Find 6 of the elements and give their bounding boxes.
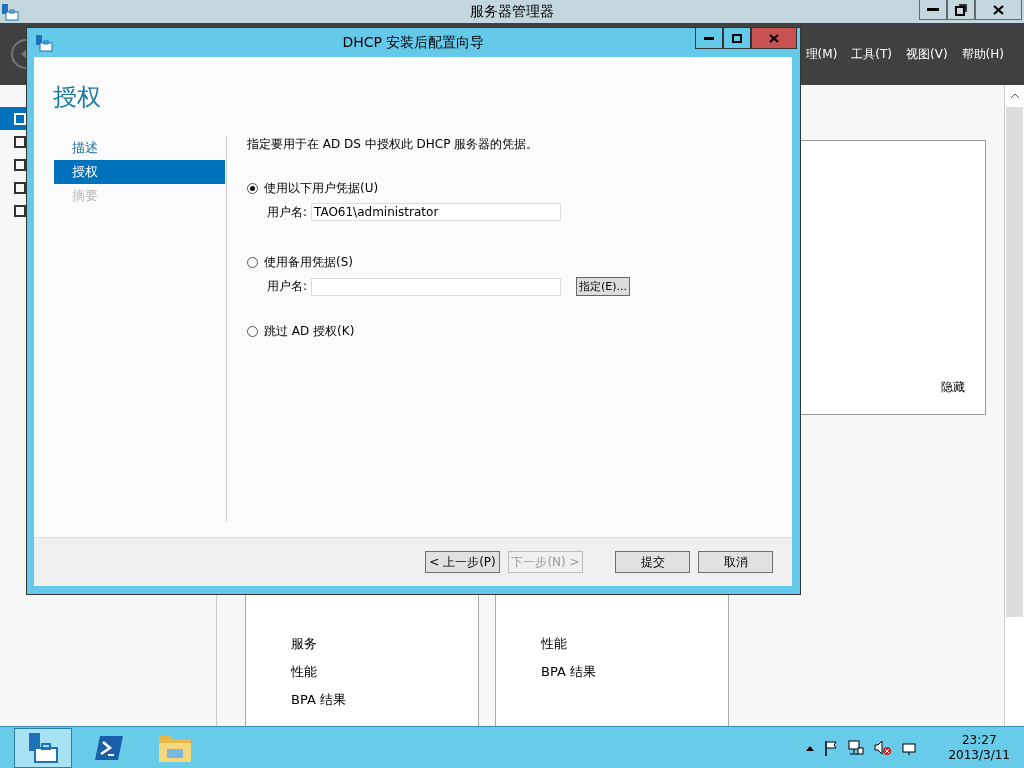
field-label: 用户名: [267, 278, 309, 295]
instruction-text: 指定要用于在 AD DS 中授权此 DHCP 服务器的凭据。 [247, 136, 540, 153]
field-label: 用户名: [267, 203, 309, 221]
window-title: 服务器管理器 [470, 2, 554, 21]
page-heading: 授权 [52, 82, 102, 113]
dialog-title: DHCP 安装后配置向导 [342, 33, 485, 52]
